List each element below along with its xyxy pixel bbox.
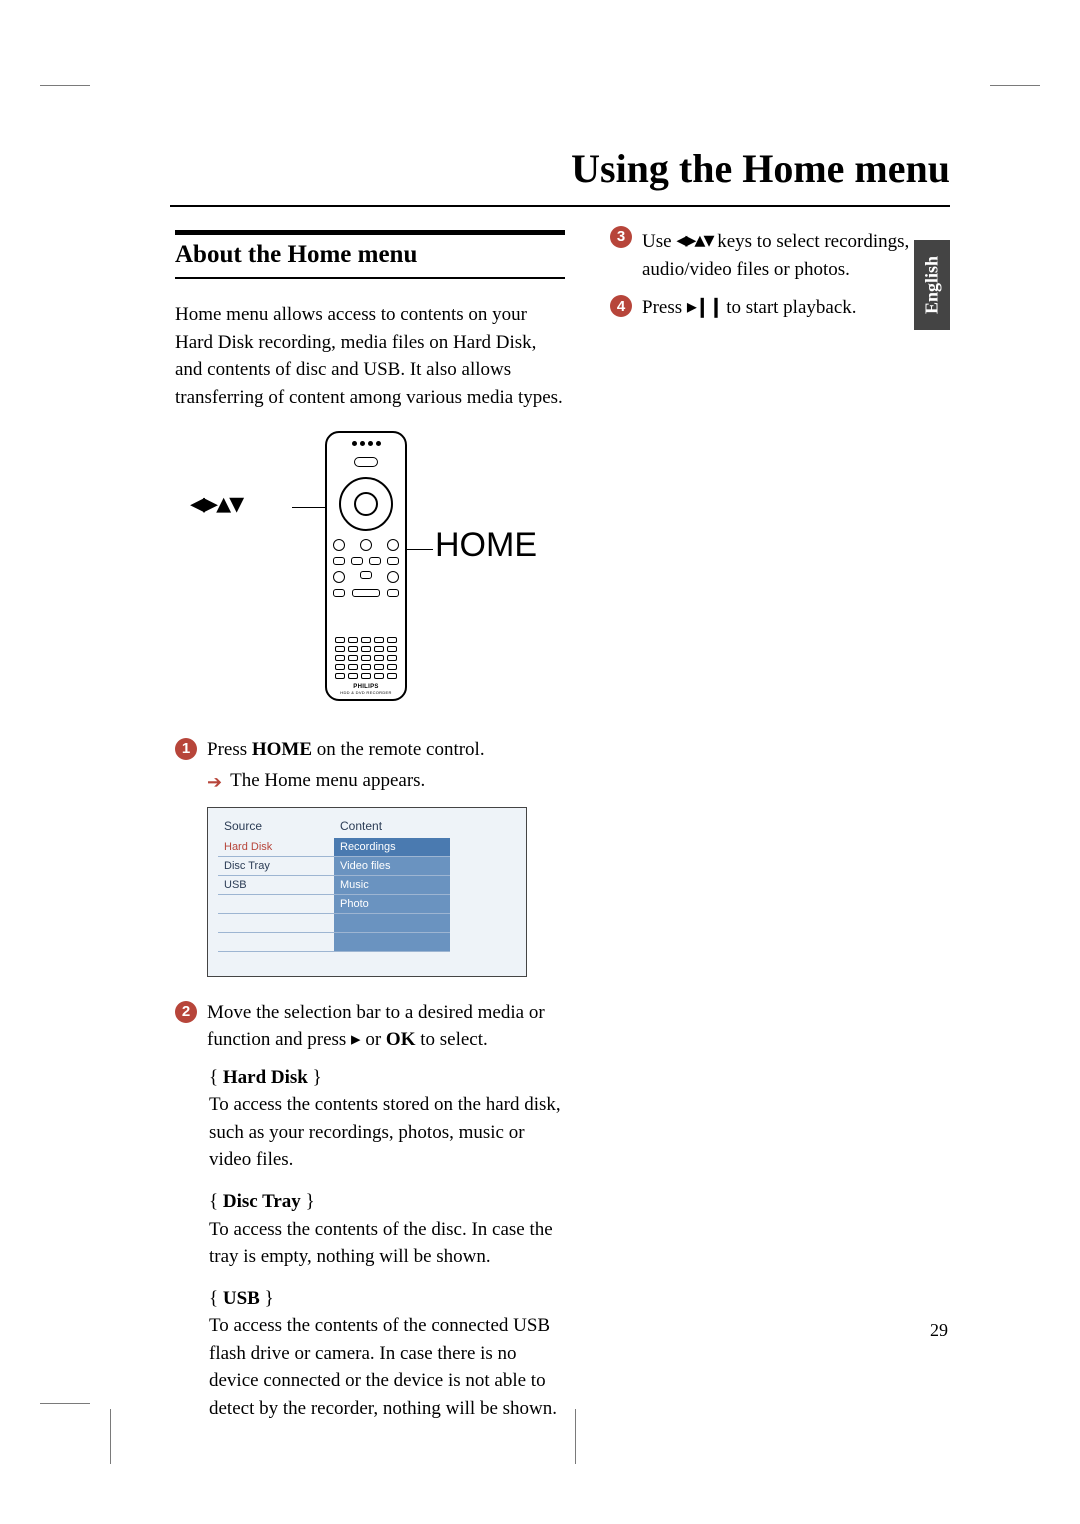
option-text: To access the contents of the disc. In c… xyxy=(209,1216,565,1271)
remote-button-row xyxy=(333,557,399,565)
menu-item: Photo xyxy=(334,895,450,914)
remote-pill-button xyxy=(354,457,378,467)
menu-header-source: Source xyxy=(218,816,334,836)
right-column: 3 Use ◂▸▴▾ keys to select recordings, au… xyxy=(610,224,980,328)
remote-body: PHILIPS HDD & DVD RECORDER xyxy=(325,431,407,701)
remote-button-row xyxy=(333,539,399,551)
step-2: 2 Move the selection bar to a desired me… xyxy=(175,999,565,1054)
option-disc-tray: { Disc Tray } To access the contents of … xyxy=(209,1188,565,1271)
option-title: USB xyxy=(223,1288,260,1309)
crop-mark xyxy=(40,85,90,86)
crop-mark xyxy=(110,1409,111,1464)
remote-button-row xyxy=(333,589,399,597)
arrow-right-icon: ➔ xyxy=(207,772,222,793)
left-column: About the Home menu Home menu allows acc… xyxy=(175,230,565,1436)
step-badge-2: 2 xyxy=(175,1001,197,1023)
step-3-text: Use xyxy=(642,231,676,252)
step-1-bold: HOME xyxy=(252,739,312,760)
remote-home-label: HOME xyxy=(435,526,537,565)
remote-illustration: ◂▸▴▾ xyxy=(175,431,565,721)
step-2-bold: OK xyxy=(386,1029,416,1050)
remote-dpad xyxy=(339,477,393,531)
option-hard-disk: { Hard Disk } To access the contents sto… xyxy=(209,1064,565,1174)
crop-mark xyxy=(40,1403,90,1404)
step-badge-3: 3 xyxy=(610,226,632,248)
step-1-sub-text: The Home menu appears. xyxy=(230,770,425,792)
remote-brand-label: PHILIPS HDD & DVD RECORDER xyxy=(327,684,405,695)
menu-content-column: Recordings Video files Music Photo . . xyxy=(334,838,450,952)
step-2-text: Move the selection bar to a desired medi… xyxy=(207,1002,545,1051)
menu-item: Hard Disk xyxy=(218,838,334,857)
option-title: Hard Disk xyxy=(223,1067,308,1088)
remote-arrows-label: ◂▸▴▾ xyxy=(190,486,242,521)
menu-item: Disc Tray xyxy=(218,857,334,876)
menu-item: Video files xyxy=(334,857,450,876)
intro-text: Home menu allows access to contents on y… xyxy=(175,301,565,411)
step-badge-1: 1 xyxy=(175,738,197,760)
menu-item-blank: . xyxy=(334,914,450,933)
remote-button-row xyxy=(333,571,399,583)
step-1-text-b: on the remote control. xyxy=(312,739,485,760)
page-number: 29 xyxy=(930,1320,948,1341)
option-title: Disc Tray xyxy=(223,1191,301,1212)
menu-item: Recordings xyxy=(334,838,450,857)
callout-line xyxy=(405,549,433,550)
option-text: To access the contents of the connected … xyxy=(209,1312,565,1422)
title-rule xyxy=(170,205,950,207)
remote-numpad xyxy=(335,637,397,679)
section-heading: About the Home menu xyxy=(175,230,565,279)
step-4: 4 Press ▸❙❙ to start playback. xyxy=(610,293,980,322)
menu-header-content: Content xyxy=(334,816,450,836)
step-badge-4: 4 xyxy=(610,295,632,317)
option-text: To access the contents stored on the har… xyxy=(209,1091,565,1174)
menu-item-blank: . xyxy=(218,914,334,933)
menu-item-blank: . xyxy=(334,933,450,952)
menu-item: Music xyxy=(334,876,450,895)
arrow-keys-icon: ◂▸▴▾ xyxy=(676,227,712,252)
menu-item: USB xyxy=(218,876,334,895)
page-title: Using the Home menu xyxy=(571,145,950,192)
step-3: 3 Use ◂▸▴▾ keys to select recordings, au… xyxy=(610,224,980,283)
option-usb: { USB } To access the contents of the co… xyxy=(209,1285,565,1423)
crop-mark xyxy=(575,1409,576,1464)
step-4-text: Press xyxy=(642,297,687,318)
step-2-text-b: to select. xyxy=(415,1029,487,1050)
step-1: 1 Press HOME on the remote control. xyxy=(175,736,565,764)
step-1-sub: ➔ The Home menu appears. xyxy=(175,770,565,793)
menu-item-blank: . xyxy=(218,933,334,952)
crop-mark xyxy=(990,85,1040,86)
remote-top-dots xyxy=(327,441,405,446)
menu-source-column: Hard Disk Disc Tray USB . . . xyxy=(218,838,334,952)
callout-line xyxy=(292,507,328,508)
menu-item-blank: . xyxy=(218,895,334,914)
step-4-text-b: to start playback. xyxy=(721,297,856,318)
play-pause-icon: ▸❙❙ xyxy=(687,296,722,318)
home-menu-screenshot: Source Content Hard Disk Disc Tray USB .… xyxy=(207,807,527,977)
step-1-text: Press xyxy=(207,739,252,760)
